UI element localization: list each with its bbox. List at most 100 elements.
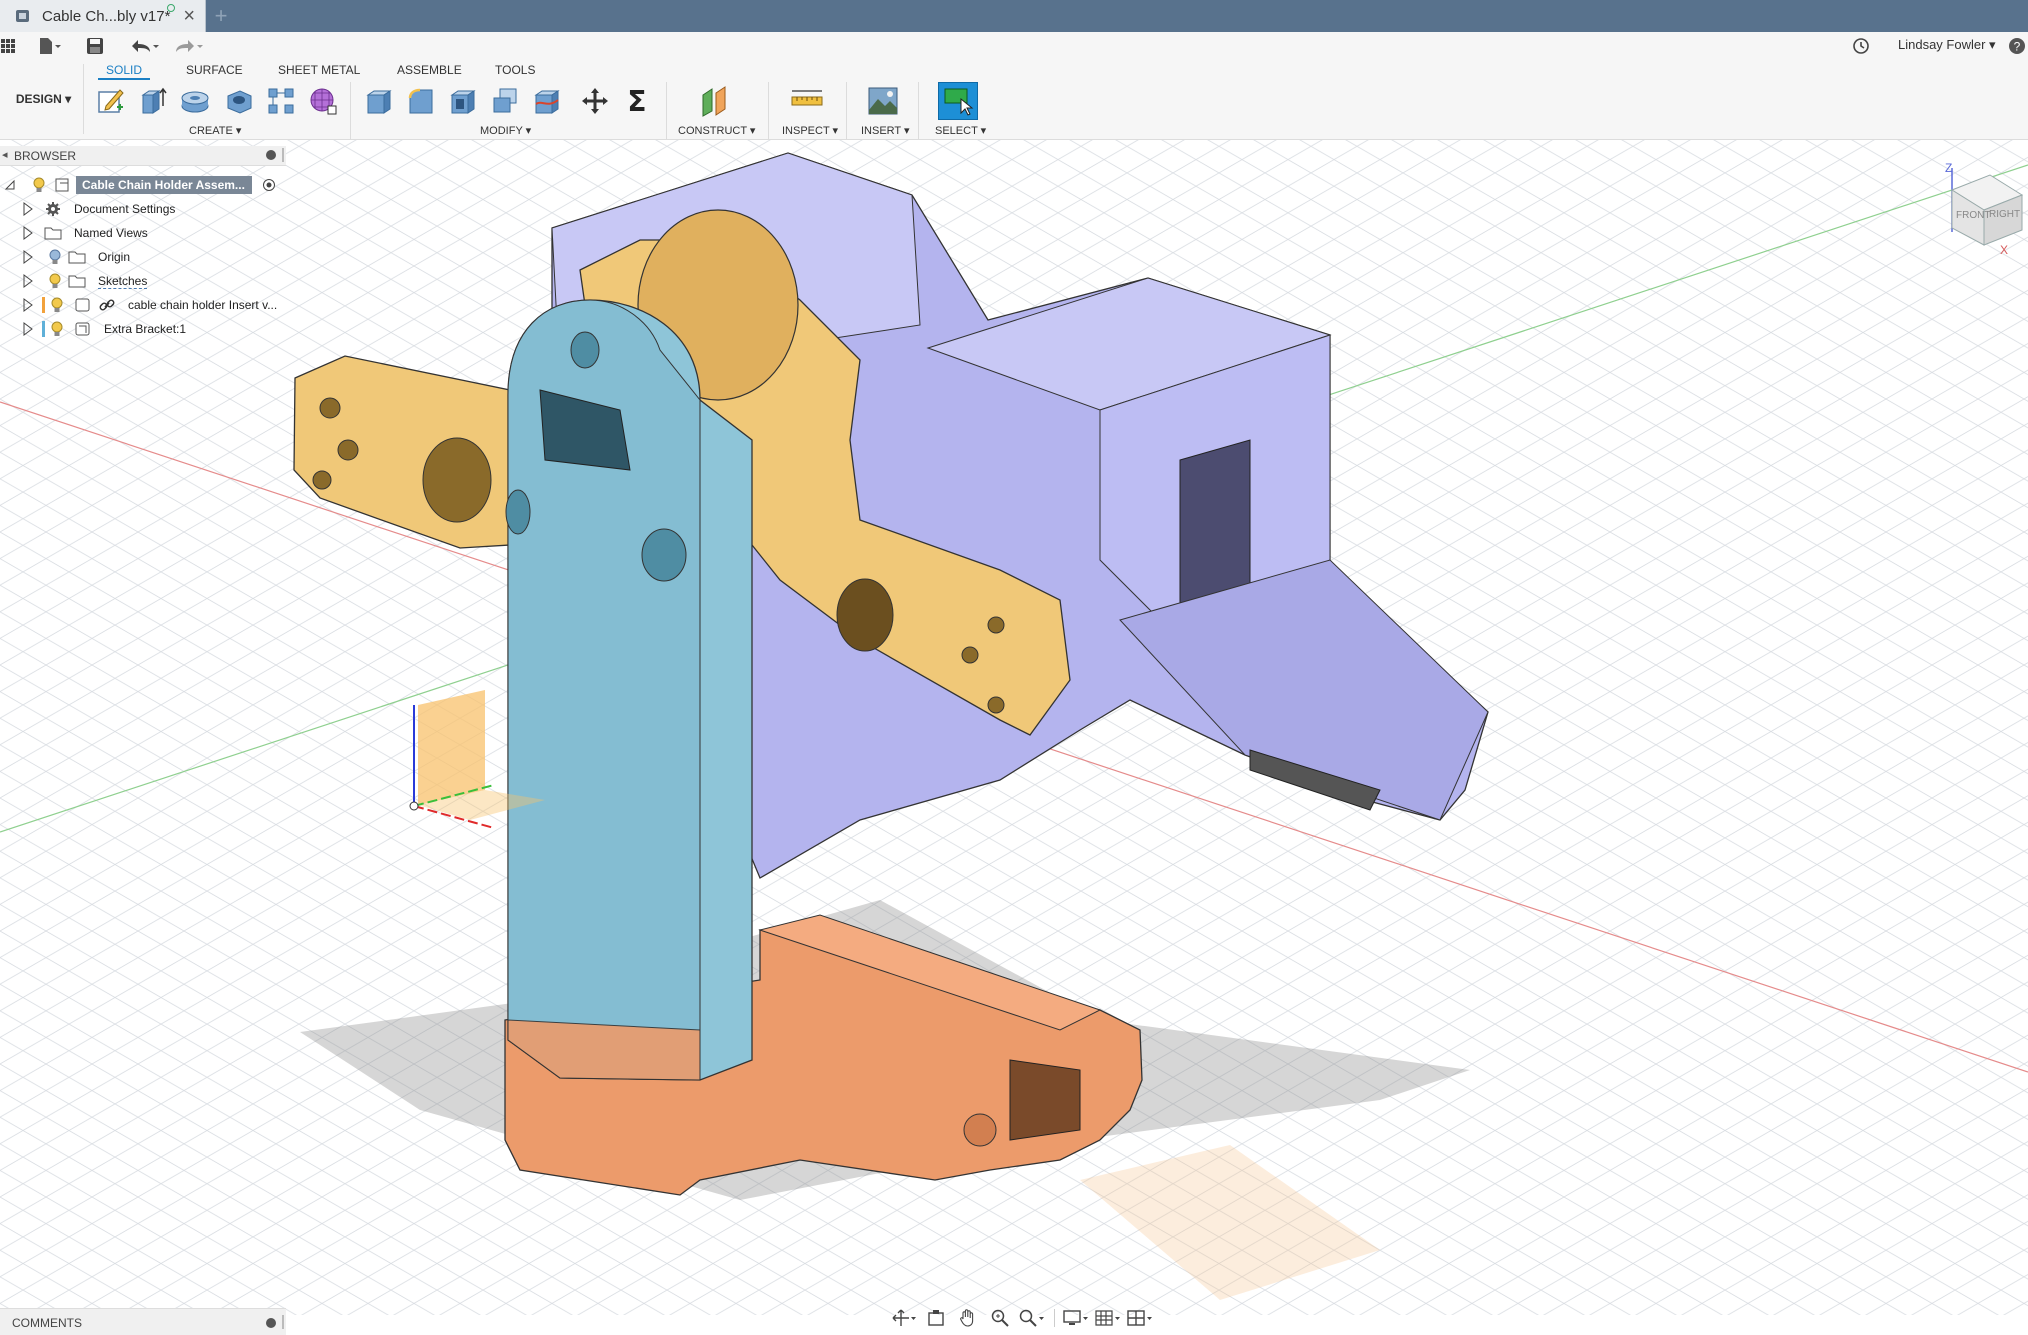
visibility-bulb-icon[interactable]	[32, 177, 46, 193]
pillar-body[interactable]	[505, 299, 753, 1081]
collapse-browser-icon[interactable]: ◂	[2, 148, 8, 161]
file-icon	[40, 38, 61, 54]
browser-root-item[interactable]: Cable Chain Holder Assem...	[0, 174, 286, 196]
viewports-button[interactable]	[1126, 1306, 1154, 1330]
display-settings-button[interactable]	[1062, 1306, 1090, 1330]
save-button[interactable]	[86, 36, 104, 56]
browser-item-label: Extra Bracket:1	[104, 322, 187, 336]
expand-triangle-icon[interactable]	[22, 226, 34, 240]
create-form-button[interactable]	[306, 84, 340, 118]
create-sketch-button[interactable]	[94, 84, 128, 118]
model-canvas[interactable]: Z FRONT RIGHT X	[0, 140, 2028, 1315]
tab-tools[interactable]: TOOLS	[495, 62, 535, 80]
insert-canvas-button[interactable]	[866, 84, 900, 118]
document-tab[interactable]: Cable Ch...bly v17* ×	[0, 0, 206, 32]
user-account-menu[interactable]: Lindsay Fowler ▾	[1898, 37, 1996, 53]
viewcube-right-face[interactable]: RIGHT	[1989, 209, 2020, 220]
app-grid-button[interactable]	[0, 36, 16, 56]
offset-plane-button[interactable]	[698, 84, 732, 118]
browser-item-sketches[interactable]: Sketches	[0, 270, 286, 292]
shell-button[interactable]	[446, 84, 480, 118]
comments-panel[interactable]: COMMENTS	[0, 1308, 286, 1335]
press-pull-button[interactable]	[362, 84, 396, 118]
save-status-icon	[167, 4, 175, 12]
close-tab-button[interactable]: ×	[183, 5, 195, 27]
tab-sheet-metal[interactable]: SHEET METAL	[278, 62, 360, 80]
hole-button[interactable]	[222, 84, 256, 118]
grid-icon	[1095, 1310, 1120, 1326]
look-at-button[interactable]	[922, 1306, 950, 1330]
component-color-swatch	[42, 297, 45, 313]
comments-pin-icon[interactable]	[266, 1318, 276, 1328]
expand-triangle-icon[interactable]	[22, 322, 34, 336]
browser-item-cable-chain-holder-insert[interactable]: cable chain holder Insert v...	[0, 294, 286, 316]
browser-resize-handle[interactable]	[282, 148, 284, 162]
tab-assemble[interactable]: ASSEMBLE	[397, 62, 462, 80]
visibility-bulb-icon[interactable]	[48, 273, 62, 289]
new-tab-button[interactable]: +	[210, 2, 232, 30]
pan-button[interactable]	[954, 1306, 982, 1330]
redo-button[interactable]	[170, 36, 204, 56]
browser-item-document-settings[interactable]: Document Settings	[0, 198, 286, 220]
comments-resize-handle[interactable]	[282, 1315, 284, 1329]
browser-item-label: Document Settings	[74, 202, 176, 216]
gear-icon	[46, 202, 60, 216]
extrude-button[interactable]	[136, 84, 170, 118]
zoom-button[interactable]	[986, 1306, 1014, 1330]
save-icon	[87, 38, 103, 54]
grid-settings-button[interactable]	[1094, 1306, 1122, 1330]
activate-radio-icon[interactable]	[262, 178, 276, 192]
collapse-triangle-icon[interactable]	[4, 179, 16, 191]
construct-menu[interactable]: CONSTRUCT ▾	[678, 124, 755, 137]
browser-pin-icon[interactable]	[266, 150, 276, 160]
ribbon-divider	[918, 82, 919, 140]
move-copy-button[interactable]	[578, 84, 612, 118]
tab-surface[interactable]: SURFACE	[186, 62, 243, 80]
visibility-bulb-icon[interactable]	[50, 321, 64, 337]
design-viewport[interactable]: Z FRONT RIGHT X	[0, 140, 2028, 1315]
browser-item-extra-bracket[interactable]: Extra Bracket:1	[0, 318, 286, 340]
visibility-bulb-icon[interactable]	[48, 249, 62, 265]
component-icon	[75, 298, 90, 312]
viewcube-z-label: Z	[1945, 161, 1952, 175]
compute-all-button[interactable]: Σ	[620, 84, 654, 118]
modify-menu[interactable]: MODIFY ▾	[480, 124, 531, 137]
measure-button[interactable]	[790, 84, 824, 118]
grid-icon	[1, 39, 15, 53]
visibility-bulb-icon[interactable]	[50, 297, 64, 313]
sigma-glyph: Σ	[627, 86, 646, 116]
revolve-button[interactable]	[178, 84, 212, 118]
toolbar-ribbon: DESIGN ▾ SOLID SURFACE SHEET METAL ASSEM…	[0, 60, 2028, 140]
orbit-button[interactable]	[890, 1306, 918, 1330]
viewcube-front-face[interactable]: FRONT	[1956, 210, 1990, 221]
pattern-button[interactable]	[264, 84, 298, 118]
insert-menu[interactable]: INSERT ▾	[861, 124, 910, 137]
split-face-button[interactable]	[530, 84, 564, 118]
comments-title: COMMENTS	[12, 1316, 82, 1330]
inspect-menu[interactable]: INSPECT ▾	[782, 124, 838, 137]
expand-triangle-icon[interactable]	[22, 250, 34, 264]
select-button[interactable]	[938, 82, 978, 120]
select-menu[interactable]: SELECT ▾	[935, 124, 986, 137]
combine-button[interactable]	[488, 84, 522, 118]
expand-triangle-icon[interactable]	[22, 274, 34, 288]
browser-item-origin[interactable]: Origin	[0, 246, 286, 268]
component-icon	[75, 322, 90, 336]
link-icon	[99, 299, 115, 311]
pattern-icon	[268, 88, 294, 114]
job-status-button[interactable]	[1852, 36, 1870, 56]
hole-icon	[227, 90, 252, 114]
combine-icon	[493, 88, 517, 113]
fit-button[interactable]	[1018, 1306, 1046, 1330]
file-menu-button[interactable]	[38, 36, 62, 56]
expand-triangle-icon[interactable]	[22, 298, 34, 312]
workspace-switcher[interactable]: DESIGN ▾	[4, 64, 84, 134]
tab-solid[interactable]: SOLID	[98, 62, 151, 80]
create-menu[interactable]: CREATE ▾	[189, 124, 241, 137]
document-title: Cable Ch...bly v17*	[42, 7, 171, 25]
help-button[interactable]: ?	[2008, 36, 2026, 56]
fillet-button[interactable]	[404, 84, 438, 118]
expand-triangle-icon[interactable]	[22, 202, 34, 216]
browser-item-named-views[interactable]: Named Views	[0, 222, 286, 244]
undo-button[interactable]	[126, 36, 160, 56]
